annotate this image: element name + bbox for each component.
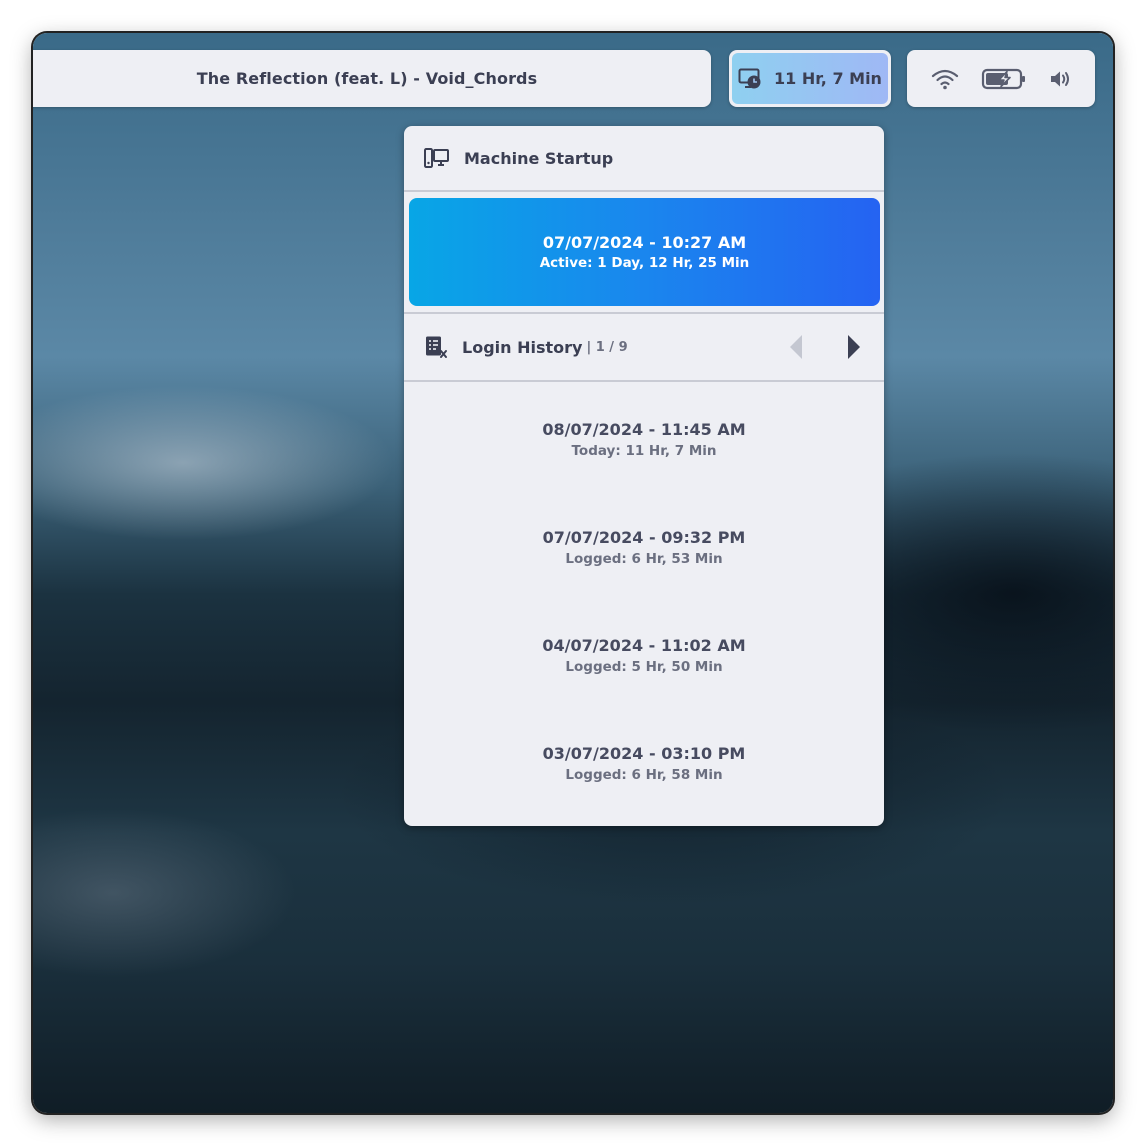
login-history-label: Login History — [462, 337, 583, 357]
login-history-list: 08/07/2024 - 11:45 AM Today: 11 Hr, 7 Mi… — [404, 382, 884, 826]
divider — [404, 190, 884, 192]
login-history-header: Login History | 1 / 9 — [404, 314, 884, 380]
login-history-icon — [424, 335, 448, 359]
session-time-text: 11 Hr, 7 Min — [774, 69, 882, 88]
machine-startup-label: Machine Startup — [464, 148, 614, 168]
previous-page-button[interactable] — [786, 332, 806, 362]
machine-startup-header: Machine Startup — [404, 126, 884, 190]
session-clock-icon — [738, 68, 762, 90]
desktop-screen: The Reflection (feat. L) - Void_Chords 1… — [33, 33, 1113, 1113]
history-date: 08/07/2024 - 11:45 AM — [542, 420, 746, 439]
media-player-panel[interactable]: The Reflection (feat. L) - Void_Chords — [33, 50, 711, 107]
session-time-button[interactable]: 11 Hr, 7 Min — [729, 50, 891, 107]
startup-active-duration: Active: 1 Day, 12 Hr, 25 Min — [539, 255, 750, 271]
startup-date: 07/07/2024 - 10:27 AM — [542, 233, 747, 252]
machine-startup-card[interactable]: 07/07/2024 - 10:27 AM Active: 1 Day, 12 … — [409, 198, 880, 306]
list-item[interactable]: 04/07/2024 - 11:02 AM Logged: 5 Hr, 50 M… — [404, 636, 884, 744]
wifi-icon[interactable] — [930, 67, 960, 91]
battery-charging-icon[interactable] — [981, 67, 1027, 91]
history-date: 04/07/2024 - 11:02 AM — [542, 636, 746, 655]
list-item[interactable]: 07/07/2024 - 09:32 PM Logged: 6 Hr, 53 M… — [404, 528, 884, 636]
list-item[interactable]: 08/07/2024 - 11:45 AM Today: 11 Hr, 7 Mi… — [404, 420, 884, 528]
session-popup: Machine Startup 07/07/2024 - 10:27 AM Ac… — [404, 126, 884, 826]
history-date: 07/07/2024 - 09:32 PM — [542, 528, 746, 547]
history-duration: Logged: 6 Hr, 53 Min — [565, 551, 723, 567]
volume-icon[interactable] — [1048, 68, 1072, 90]
next-page-button[interactable] — [844, 332, 864, 362]
computer-icon — [424, 147, 450, 169]
page-indicator: | 1 / 9 — [586, 339, 628, 355]
system-status-panel — [907, 50, 1095, 107]
chevron-left-icon — [790, 335, 802, 359]
history-duration: Logged: 6 Hr, 58 Min — [565, 767, 723, 783]
list-item[interactable]: 03/07/2024 - 03:10 PM Logged: 6 Hr, 58 M… — [404, 744, 884, 826]
pagination-controls — [786, 314, 864, 380]
media-title: The Reflection (feat. L) - Void_Chords — [196, 69, 538, 88]
history-duration: Today: 11 Hr, 7 Min — [571, 443, 717, 459]
session-time-highlight: 11 Hr, 7 Min — [732, 53, 888, 104]
history-date: 03/07/2024 - 03:10 PM — [542, 744, 746, 763]
chevron-right-icon — [848, 335, 860, 359]
history-duration: Logged: 5 Hr, 50 Min — [565, 659, 723, 675]
